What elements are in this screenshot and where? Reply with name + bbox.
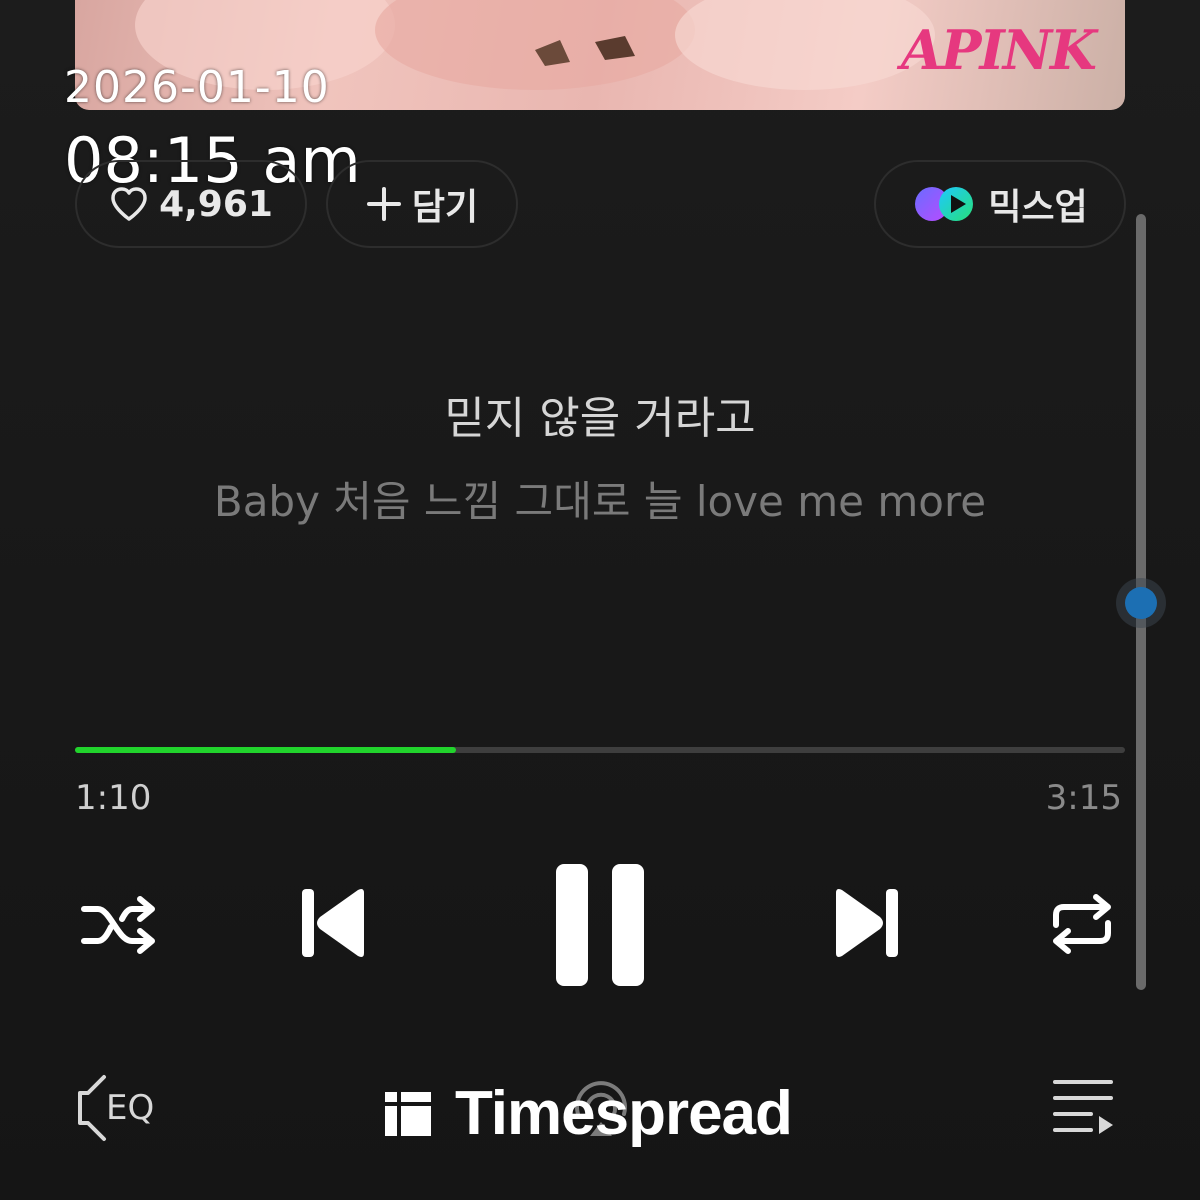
- next-icon: [836, 889, 898, 957]
- like-button[interactable]: 4,961: [75, 160, 307, 248]
- queue-icon: [1053, 1080, 1113, 1134]
- lyrics-current-line[interactable]: 믿지 않을 거라고: [0, 382, 1200, 446]
- repeat-icon: [1053, 894, 1111, 954]
- watermark-text: Timespread: [455, 1079, 793, 1148]
- scrollbar-thumb[interactable]: [1116, 578, 1166, 628]
- previous-button[interactable]: [296, 880, 370, 966]
- mixup-icon: [912, 184, 978, 224]
- add-label: 담기: [411, 187, 479, 228]
- date-stamp: 2026-01-10: [64, 62, 330, 113]
- like-count: 4,961: [159, 183, 273, 225]
- watermark-logo: Timespread: [383, 1078, 793, 1149]
- album-feather-decoration: [675, 0, 935, 90]
- total-time: 3:15: [1045, 778, 1122, 818]
- progress-fill: [75, 747, 457, 753]
- pause-icon: [556, 864, 644, 986]
- shuffle-button[interactable]: [78, 890, 158, 960]
- eq-label: EQ: [106, 1088, 155, 1128]
- next-button[interactable]: [830, 880, 904, 966]
- eq-button[interactable]: EQ: [74, 1072, 166, 1144]
- repeat-button[interactable]: [1044, 888, 1120, 960]
- pause-button[interactable]: [548, 858, 652, 990]
- album-shoes-decoration: [535, 36, 635, 66]
- previous-icon: [302, 889, 364, 957]
- progress-bar[interactable]: [75, 747, 1125, 753]
- shuffle-icon: [81, 896, 155, 954]
- mixup-label: 믹스업: [988, 187, 1088, 228]
- mixup-button[interactable]: 믹스업: [874, 160, 1126, 248]
- heart-icon: [109, 186, 149, 222]
- add-to-playlist-button[interactable]: 담기: [326, 160, 518, 248]
- plus-icon: [366, 186, 402, 222]
- queue-button[interactable]: [1050, 1074, 1116, 1140]
- album-artist-logo: APINK: [900, 18, 1097, 82]
- elapsed-time: 1:10: [75, 778, 152, 818]
- lyrics-next-line[interactable]: Baby 처음 느낌 그대로 늘 love me more: [0, 468, 1200, 529]
- timespread-logo-icon: [385, 1091, 431, 1136]
